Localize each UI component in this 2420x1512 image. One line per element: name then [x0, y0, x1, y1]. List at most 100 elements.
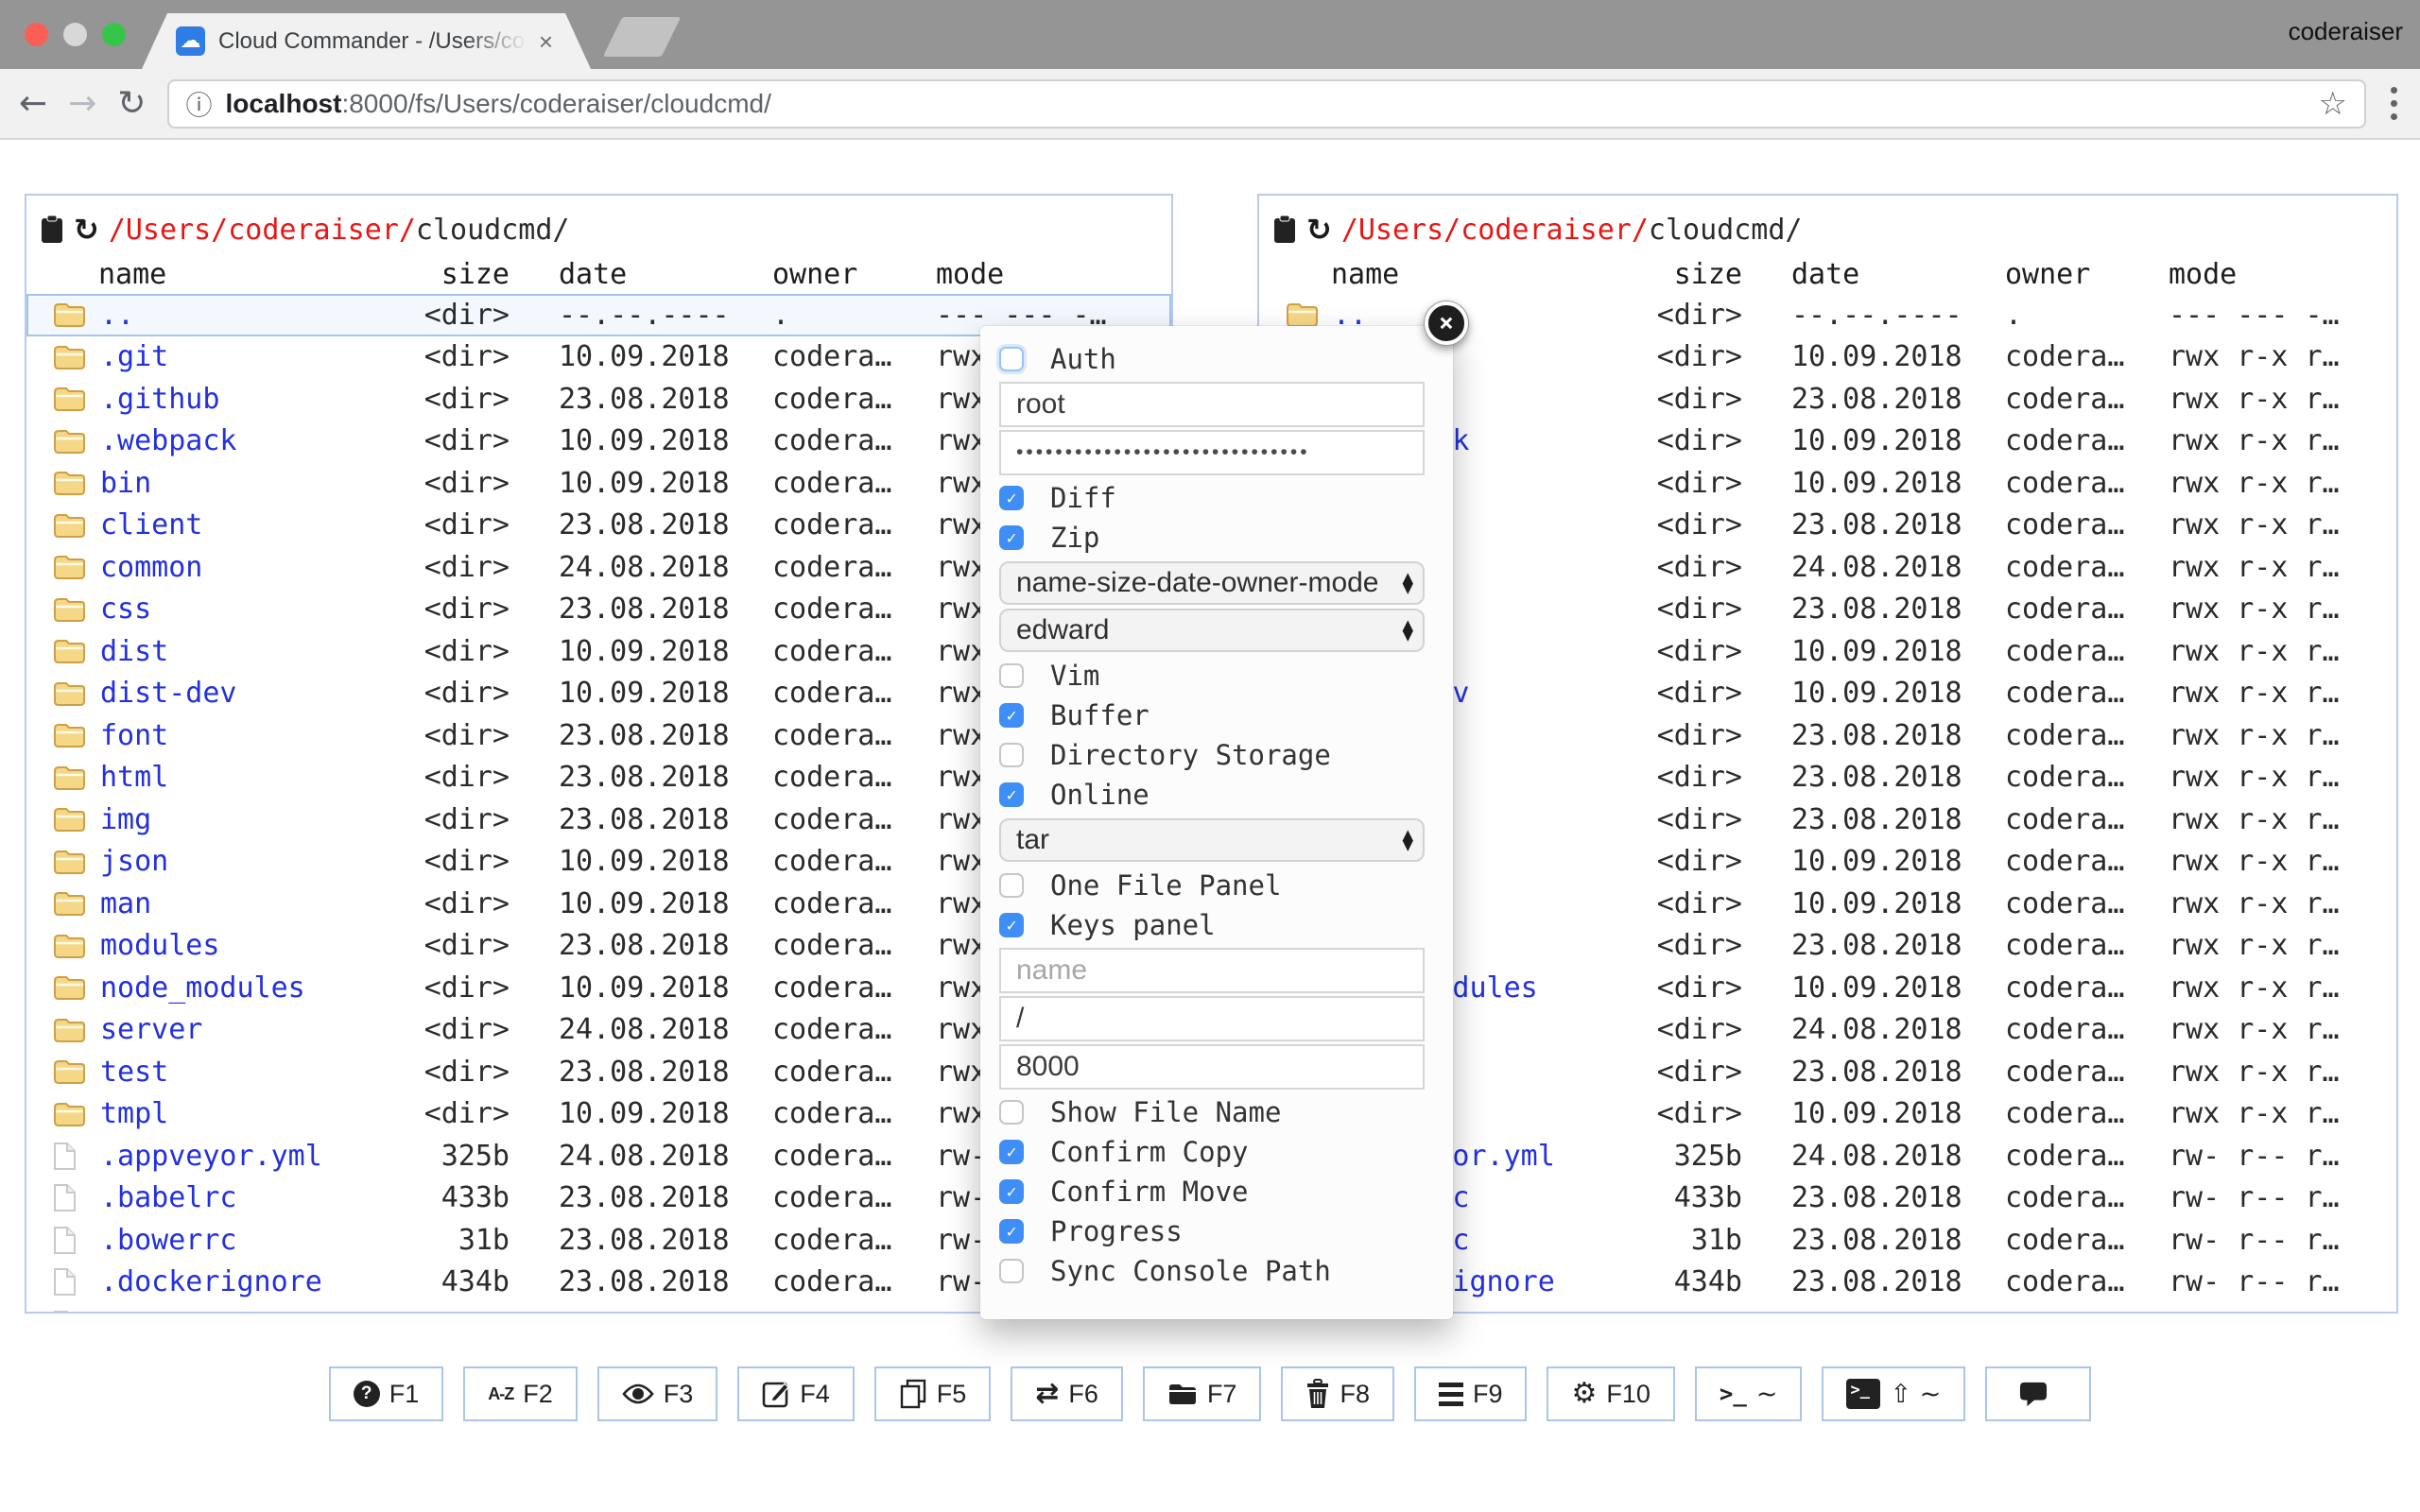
file-name[interactable]: .editorconfig — [98, 1308, 395, 1314]
one-file-panel-option[interactable]: One File Panel — [980, 866, 1453, 905]
file-owner: codera… — [772, 340, 936, 373]
reload-icon[interactable]: ↻ — [117, 87, 146, 121]
port-field[interactable]: 8000 — [999, 1044, 1425, 1090]
show-file-name-checkbox[interactable] — [999, 1100, 1024, 1125]
file-name[interactable]: test — [98, 1056, 395, 1089]
file-name[interactable]: dist — [98, 635, 395, 668]
diff-option[interactable]: ✓ Diff — [980, 478, 1453, 518]
rename-f2-button[interactable]: A-Z F2 — [463, 1366, 578, 1421]
refresh-icon[interactable]: ↻ — [74, 215, 99, 245]
one-file-panel-checkbox[interactable] — [999, 873, 1024, 898]
address-bar[interactable]: ⓘ localhost:8000/fs/Users/coderaiser/clo… — [167, 79, 2366, 129]
forward-icon[interactable]: → — [68, 87, 96, 121]
console-button[interactable]: >_ ~ — [1695, 1366, 1803, 1421]
confirm-copy-checkbox[interactable]: ✓ — [999, 1140, 1024, 1164]
help-f1-button[interactable]: ? F1 — [329, 1366, 444, 1421]
auth-option[interactable]: Auth — [980, 339, 1453, 379]
vim-option[interactable]: Vim — [980, 656, 1453, 696]
view-f3-button[interactable]: F3 — [597, 1366, 718, 1421]
back-icon[interactable]: ← — [19, 87, 47, 121]
directory-storage-checkbox[interactable] — [999, 743, 1024, 767]
browser-tab[interactable]: ☁ Cloud Commander - /Users/cod × — [142, 13, 591, 69]
new-tab-button[interactable] — [603, 17, 681, 57]
username-field[interactable]: root — [999, 382, 1425, 427]
file-name[interactable]: dist-dev — [98, 677, 395, 710]
buffer-option[interactable]: ✓ Buffer — [980, 696, 1453, 735]
editor-select[interactable]: edward ▲▼ — [999, 609, 1425, 652]
online-option[interactable]: ✓ Online — [980, 775, 1453, 815]
directory-storage-option[interactable]: Directory Storage — [980, 735, 1453, 775]
file-name[interactable]: .git — [98, 340, 395, 373]
file-name[interactable]: .babelrc — [98, 1181, 395, 1214]
file-name[interactable]: bin — [98, 467, 395, 500]
packer-select[interactable]: tar ▲▼ — [999, 818, 1425, 862]
file-name[interactable]: .dockerignore — [98, 1265, 395, 1298]
confirm-move-checkbox[interactable]: ✓ — [999, 1179, 1024, 1204]
zip-checkbox[interactable]: ✓ — [999, 525, 1024, 550]
file-name[interactable]: img — [98, 803, 395, 836]
move-f6-button[interactable]: ⇄ F6 — [1011, 1366, 1123, 1421]
file-size: <dir> — [395, 1056, 510, 1089]
chat-button[interactable] — [1985, 1366, 2091, 1421]
browser-menu-icon[interactable] — [2387, 83, 2401, 124]
online-checkbox[interactable]: ✓ — [999, 782, 1024, 807]
file-name[interactable]: node_modules — [98, 971, 395, 1005]
path-current-dir: cloudcmd/ — [1649, 214, 1803, 247]
file-name[interactable]: .. — [98, 299, 395, 332]
dialog-close-icon[interactable]: × — [1425, 301, 1468, 345]
file-name[interactable]: .bowerrc — [98, 1224, 395, 1257]
diff-checkbox[interactable]: ✓ — [999, 486, 1024, 510]
file-name[interactable]: client — [98, 508, 395, 541]
show-file-name-option[interactable]: Show File Name — [980, 1092, 1453, 1132]
confirm-move-option[interactable]: ✓ Confirm Move — [980, 1172, 1453, 1211]
refresh-icon[interactable]: ↻ — [1306, 215, 1332, 245]
file-name[interactable]: common — [98, 551, 395, 584]
progress-checkbox[interactable]: ✓ — [999, 1219, 1024, 1244]
file-name[interactable]: .github — [98, 383, 395, 416]
file-name[interactable]: font — [98, 719, 395, 752]
buffer-checkbox[interactable]: ✓ — [999, 703, 1024, 728]
sync-console-path-checkbox[interactable] — [999, 1259, 1024, 1283]
window-user-label: coderaiser — [2289, 17, 2403, 46]
password-field[interactable]: •••••••••••••••••••••••••••••• — [999, 430, 1425, 475]
sync-console-path-option[interactable]: Sync Console Path — [980, 1251, 1453, 1291]
copy-path-clipboard-icon[interactable] — [1272, 215, 1297, 245]
file-name[interactable]: css — [98, 593, 395, 626]
close-window-button[interactable] — [25, 23, 48, 46]
path-parent-link[interactable]: /Users/coderaiser/ — [109, 214, 416, 247]
keys-panel-option[interactable]: ✓ Keys panel — [980, 905, 1453, 945]
zip-option[interactable]: ✓ Zip — [980, 518, 1453, 558]
auth-checkbox[interactable] — [999, 347, 1024, 371]
copy-path-clipboard-icon[interactable] — [40, 215, 64, 245]
file-name[interactable]: server — [98, 1013, 395, 1046]
zoom-window-button[interactable] — [102, 23, 126, 46]
columns-select[interactable]: name-size-date-owner-mode ▲▼ — [999, 561, 1425, 605]
keys-panel-checkbox[interactable]: ✓ — [999, 913, 1024, 937]
file-name[interactable]: man — [98, 887, 395, 920]
url-text[interactable]: localhost:8000/fs/Users/coderaiser/cloud… — [226, 89, 2306, 119]
terminal-button[interactable]: >_ ⇧ ~ — [1822, 1366, 1965, 1421]
file-name[interactable]: .webpack — [98, 424, 395, 457]
path-parent-link[interactable]: /Users/coderaiser/ — [1341, 214, 1649, 247]
page-info-icon[interactable]: ⓘ — [186, 85, 213, 123]
file-name[interactable]: .appveyor.yml — [98, 1140, 395, 1173]
config-f10-button[interactable]: ⚙ F10 — [1547, 1366, 1674, 1421]
vim-checkbox[interactable] — [999, 663, 1024, 688]
file-name[interactable]: html — [98, 761, 395, 794]
file-name[interactable]: tmpl — [98, 1097, 395, 1130]
minimize-window-button[interactable] — [63, 23, 87, 46]
name-field[interactable]: name — [999, 948, 1425, 993]
new-folder-f7-button[interactable]: F7 — [1143, 1366, 1262, 1421]
progress-option[interactable]: ✓ Progress — [980, 1211, 1453, 1251]
prefix-field[interactable]: / — [999, 996, 1425, 1041]
menu-f9-button[interactable]: F9 — [1414, 1366, 1528, 1421]
confirm-copy-option[interactable]: ✓ Confirm Copy — [980, 1132, 1453, 1172]
edit-f4-button[interactable]: F4 — [737, 1366, 855, 1421]
file-name[interactable]: json — [98, 845, 395, 878]
file-size: <dir> — [1628, 677, 1742, 710]
copy-f5-button[interactable]: F5 — [874, 1366, 992, 1421]
file-name[interactable]: modules — [98, 929, 395, 962]
delete-f8-button[interactable]: F8 — [1281, 1366, 1394, 1421]
tab-close-icon[interactable]: × — [539, 29, 553, 54]
bookmark-star-icon[interactable]: ☆ — [2319, 85, 2347, 123]
